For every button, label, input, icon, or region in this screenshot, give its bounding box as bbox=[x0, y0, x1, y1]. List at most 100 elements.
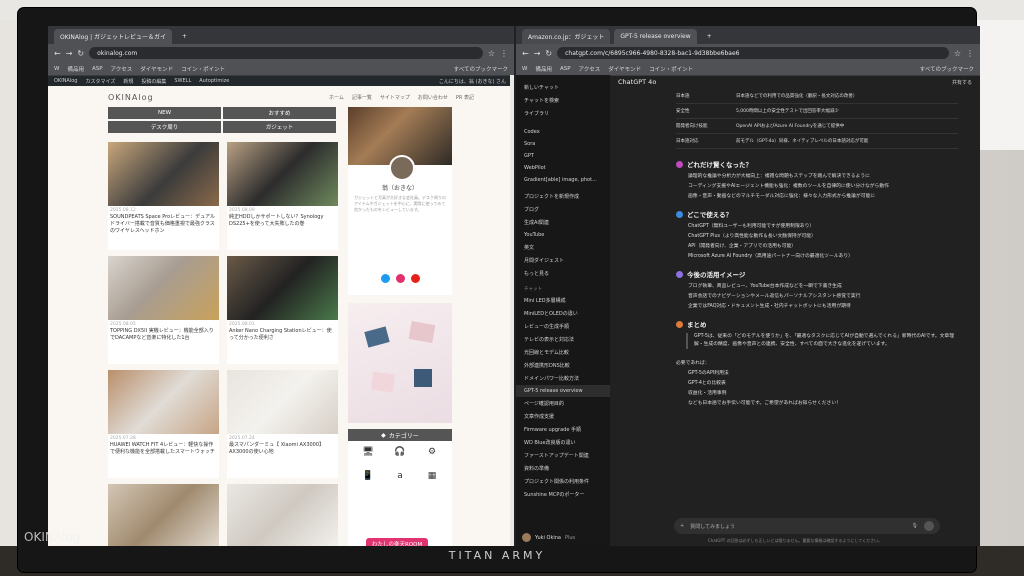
article-card[interactable]: 2025.08.05 TOPPING DX5II 実機レビュー：機能全部入りでD… bbox=[108, 256, 219, 364]
back-icon[interactable]: ← bbox=[522, 49, 529, 58]
wp-item[interactable]: 投稿の編集 bbox=[141, 78, 166, 85]
search-chat-item[interactable]: チャットを検索 bbox=[516, 94, 610, 107]
bookmark-item[interactable]: コイン・ポイント bbox=[181, 65, 225, 73]
chat-item[interactable]: 光回線とモデム比較 bbox=[516, 346, 610, 359]
new-tab-button[interactable]: + bbox=[701, 29, 718, 44]
wp-item[interactable]: OKINAlog bbox=[54, 78, 77, 84]
bookmark-item[interactable]: コイン・ポイント bbox=[649, 65, 693, 73]
app-item[interactable]: GPT bbox=[516, 150, 610, 162]
bookmark-item[interactable]: ダイヤモンド bbox=[608, 65, 641, 73]
menu-icon[interactable]: ⋮ bbox=[500, 49, 508, 58]
nav-link[interactable]: お問い合わせ bbox=[418, 94, 448, 101]
ad-banner[interactable] bbox=[348, 303, 452, 423]
article-title[interactable]: SOUNDPEATS Space Proレビュー：デュアルドライバー搭載で音質も… bbox=[108, 213, 219, 243]
chat-item[interactable]: 資料の準備 bbox=[516, 462, 610, 475]
app-item[interactable]: WebPilot bbox=[516, 162, 610, 174]
chat-item-selected[interactable]: GPT-5 release overview bbox=[516, 385, 610, 397]
forward-icon[interactable]: → bbox=[66, 49, 73, 58]
wp-item[interactable]: SWELL bbox=[174, 78, 191, 84]
rakuten-room-button[interactable]: わたしの楽天ROOM bbox=[366, 538, 429, 546]
wp-item[interactable]: 新規 bbox=[123, 78, 133, 85]
bookmark-item[interactable]: 備品用 bbox=[535, 65, 552, 73]
forward-icon[interactable]: → bbox=[534, 49, 541, 58]
category-button[interactable]: おすすめ bbox=[223, 107, 336, 119]
youtube-icon[interactable] bbox=[410, 274, 420, 283]
bookmark-item[interactable]: 備品用 bbox=[67, 65, 84, 73]
article-card[interactable] bbox=[108, 484, 219, 546]
category-button[interactable]: デスク周り bbox=[108, 121, 221, 133]
tab-amazon[interactable]: Amazon.co.jp：ガジェット bbox=[522, 29, 611, 44]
instagram-icon[interactable] bbox=[395, 274, 405, 283]
monitor-icon[interactable]: 🖥 bbox=[354, 447, 382, 467]
project-item[interactable]: もっと見る bbox=[516, 267, 610, 280]
nav-link[interactable]: PR 表記 bbox=[456, 94, 474, 101]
left-tab-okinalog[interactable]: OKINAlog | ガジェットレビュー＆ガイ bbox=[54, 29, 173, 44]
bookmark-item[interactable]: すべてのブックマーク bbox=[454, 65, 508, 73]
chat-item[interactable]: Firmware upgrade 手順 bbox=[516, 423, 610, 436]
bookmark-item[interactable]: ASP bbox=[92, 66, 103, 72]
article-title[interactable]: 純正HDDしかサポートしない？Synology DS225+を使って大失敗したの… bbox=[227, 213, 338, 243]
project-item[interactable]: YouTube bbox=[516, 229, 610, 241]
share-button[interactable]: 共有する bbox=[952, 79, 972, 86]
headphones-icon[interactable]: 🎧 bbox=[386, 447, 414, 467]
bookmark-item[interactable]: W bbox=[522, 66, 527, 72]
reload-icon[interactable]: ↻ bbox=[545, 49, 552, 58]
app-item[interactable]: Sora bbox=[516, 138, 610, 150]
article-card[interactable]: 2025.08.09 純正HDDしかサポートしない？Synology DS225… bbox=[227, 142, 338, 250]
amazon-icon[interactable]: a bbox=[386, 471, 414, 491]
article-title[interactable]: TOPPING DX5II 実機レビュー：機能全部入りでDACAMPなど音楽に特… bbox=[108, 327, 219, 357]
chat-item[interactable]: プロジェクト関係の利用条件 bbox=[516, 475, 610, 488]
project-item[interactable]: プロジェクトを新規作成 bbox=[516, 190, 610, 203]
reload-icon[interactable]: ↻ bbox=[77, 49, 84, 58]
tab-chatgpt[interactable]: GPT-5 release overview bbox=[614, 29, 697, 44]
gadget-icon[interactable]: ⚙ bbox=[418, 447, 446, 467]
star-icon[interactable]: ☆ bbox=[954, 49, 961, 58]
chat-item[interactable]: ファーストアップデート関連 bbox=[516, 449, 610, 462]
chat-item[interactable]: ドメインパワー比較方法 bbox=[516, 372, 610, 385]
project-item[interactable]: 月間ダイジェスト bbox=[516, 254, 610, 267]
bookmark-item[interactable]: アクセス bbox=[579, 65, 601, 73]
article-title[interactable]: Anker Nano Charging Stationレビュー：使って分かった便… bbox=[227, 327, 338, 357]
chat-item[interactable]: Mini LED多層構成 bbox=[516, 294, 610, 307]
menu-icon[interactable]: ⋮ bbox=[966, 49, 974, 58]
app-item[interactable]: Codex bbox=[516, 126, 610, 138]
plus-icon[interactable]: + bbox=[680, 523, 684, 529]
wp-item[interactable]: Autoptimize bbox=[199, 78, 229, 84]
article-card[interactable]: 2025.07.28 HUAWEI WATCH FIT 4レビュー：軽快な操作で… bbox=[108, 370, 219, 478]
category-button[interactable]: ガジェット bbox=[223, 121, 336, 133]
bookmark-item[interactable]: アクセス bbox=[111, 65, 133, 73]
left-url-input[interactable]: okinalog.com bbox=[89, 47, 483, 59]
project-item[interactable]: 生成AI関連 bbox=[516, 216, 610, 229]
bookmark-item[interactable]: ダイヤモンド bbox=[140, 65, 173, 73]
bookmark-item[interactable]: W bbox=[54, 66, 59, 72]
user-profile[interactable]: Yuki Okina Plus bbox=[522, 533, 575, 542]
article-card[interactable] bbox=[227, 484, 338, 546]
phone-icon[interactable]: 📱 bbox=[354, 471, 382, 491]
model-selector[interactable]: ChatGPT 4o bbox=[618, 78, 656, 86]
twitter-icon[interactable] bbox=[380, 274, 390, 283]
nav-link[interactable]: ホーム bbox=[329, 94, 344, 101]
project-item[interactable]: ブログ bbox=[516, 203, 610, 216]
mic-icon[interactable]: 🎙 bbox=[912, 523, 918, 529]
chat-item[interactable]: 文章作成支援 bbox=[516, 410, 610, 423]
new-tab-button[interactable]: + bbox=[176, 29, 193, 44]
wp-greeting[interactable]: こんにちは、翁 (おきな) さん bbox=[439, 78, 506, 85]
nav-link[interactable]: サイトマップ bbox=[380, 94, 410, 101]
left-scrollbar[interactable] bbox=[510, 75, 514, 546]
project-item[interactable]: 英文 bbox=[516, 241, 610, 254]
back-icon[interactable]: ← bbox=[54, 49, 61, 58]
desk-icon[interactable]: ▦ bbox=[418, 471, 446, 491]
chat-item[interactable]: Sunshine MCPのポーター bbox=[516, 488, 610, 501]
chat-item[interactable]: レビューの生成手順 bbox=[516, 320, 610, 333]
article-title[interactable]: HUAWEI WATCH FIT 4レビュー：軽快な操作で便利な機能を全部搭載し… bbox=[108, 441, 219, 471]
chat-item[interactable]: WD Blue改良版の違い bbox=[516, 436, 610, 449]
bookmark-item[interactable]: すべてのブックマーク bbox=[920, 65, 974, 73]
wp-item[interactable]: カスタマイズ bbox=[85, 78, 115, 85]
article-card[interactable]: 2025.08.01 Anker Nano Charging Stationレビ… bbox=[227, 256, 338, 364]
nav-link[interactable]: 記事一覧 bbox=[352, 94, 372, 101]
star-icon[interactable]: ☆ bbox=[488, 49, 495, 58]
category-button[interactable]: NEW bbox=[108, 107, 221, 119]
library-item[interactable]: ライブラリ bbox=[516, 107, 610, 120]
chat-input[interactable]: + 質問してみましょう 🎙 bbox=[674, 518, 940, 534]
chat-item[interactable]: ページ確認用目的 bbox=[516, 397, 610, 410]
